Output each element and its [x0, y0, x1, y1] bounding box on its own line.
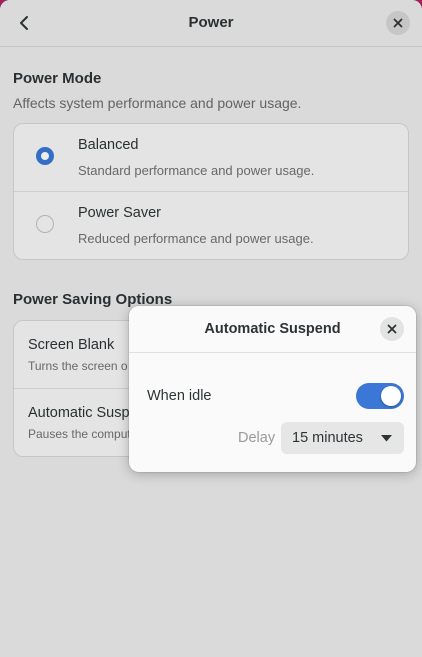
- dropdown-arrow-icon: [381, 435, 392, 442]
- switch-knob: [381, 386, 401, 406]
- dialog-close-button[interactable]: [380, 317, 404, 341]
- settings-window: Power Power Mode Affects system performa…: [0, 0, 422, 657]
- when-idle-label: When idle: [147, 388, 212, 404]
- automatic-suspend-dialog: Automatic Suspend When idle Delay 15 min…: [129, 306, 416, 472]
- delay-label: Delay: [238, 430, 276, 446]
- when-idle-switch[interactable]: [356, 383, 404, 409]
- delay-value: 15 minutes: [292, 430, 363, 446]
- close-icon: [387, 324, 397, 334]
- dialog-title: Automatic Suspend: [204, 321, 341, 337]
- delay-dropdown[interactable]: 15 minutes: [281, 422, 404, 454]
- dialog-header: Automatic Suspend: [129, 306, 416, 353]
